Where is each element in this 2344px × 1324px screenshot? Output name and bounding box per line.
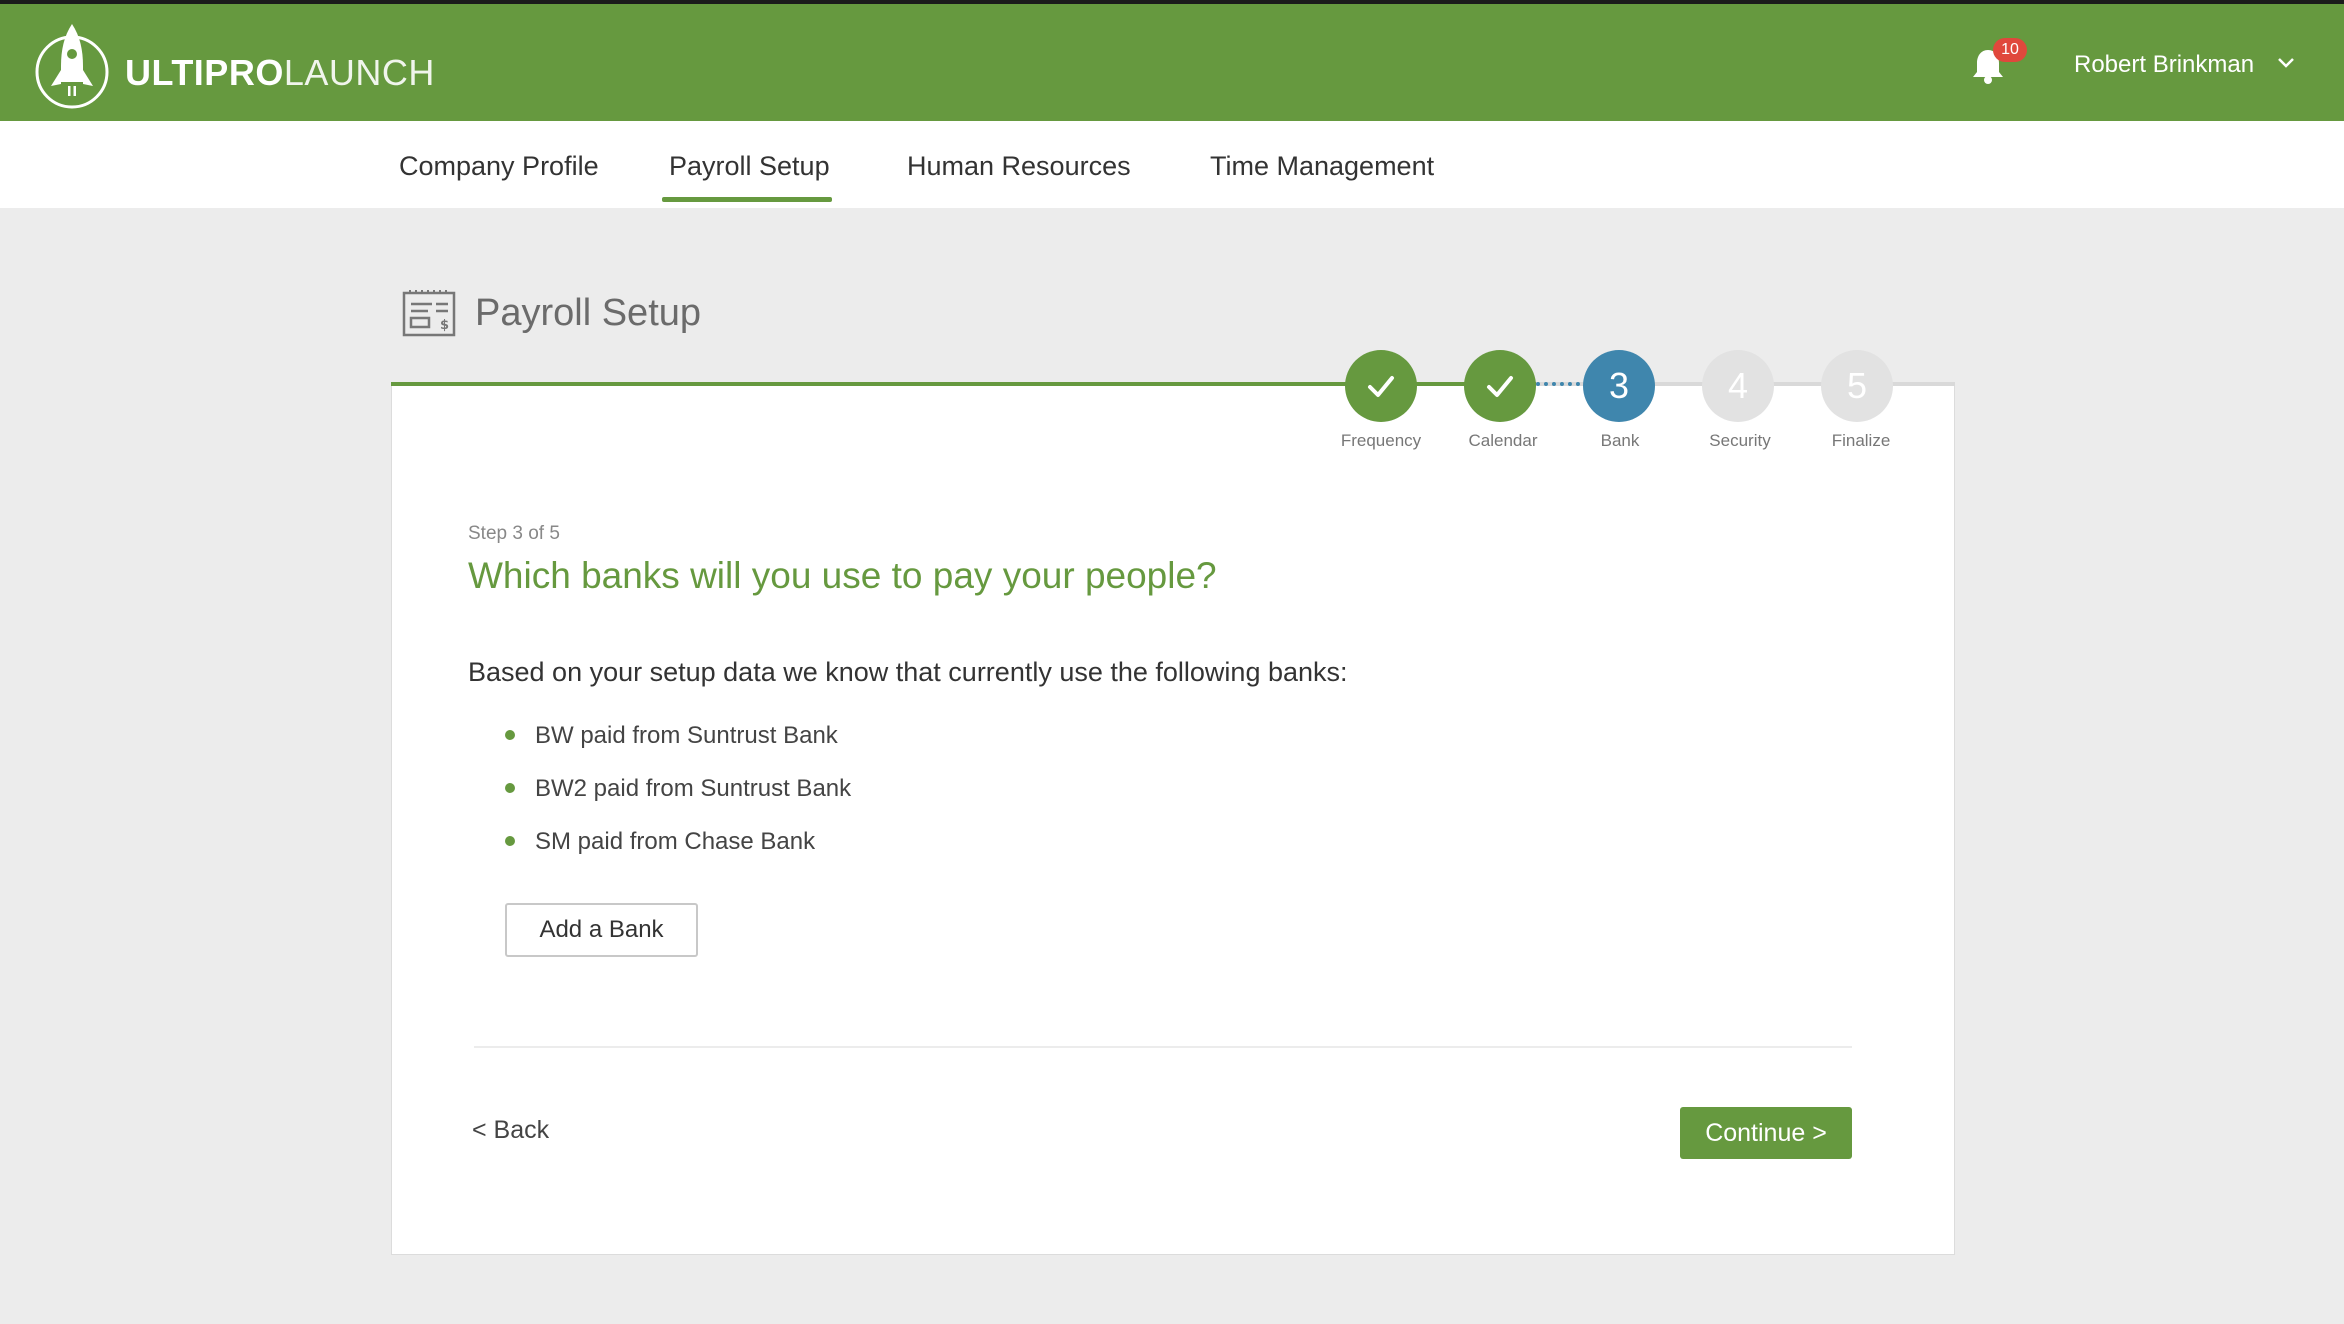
list-item: BW paid from Suntrust Bank [505,722,851,775]
list-item: SM paid from Chase Bank [505,828,851,881]
bank-item-text: BW paid from Suntrust Bank [535,722,838,749]
step-5-circle: 5 [1821,350,1893,422]
step-2-label: Calendar [1468,431,1538,450]
step-4-circle: 4 [1702,350,1774,422]
svg-text:$: $ [440,318,449,333]
bullet-icon [505,730,515,740]
step-5-label: Finalize [1831,431,1891,450]
notification-badge: 10 [1993,38,2027,62]
check-icon [1368,376,1394,397]
page-title: Payroll Setup [475,292,702,334]
main-nav: Company Profile Payroll Setup Human Reso… [0,121,2344,208]
top-header: ULTIPROLAUNCH 10 Robert Brinkman [0,0,2344,121]
step-4-label: Security [1709,431,1771,450]
check-icon [1487,376,1513,397]
progress-dotted-connector [1536,382,1588,386]
back-link[interactable]: < Back [472,1116,549,1145]
bank-intro-text: Based on your setup data we know that cu… [468,657,1348,687]
bullet-icon [505,836,515,846]
tab-time-management[interactable]: Time Management [1210,151,1434,182]
tab-human-resources[interactable]: Human Resources [907,151,1131,182]
add-bank-button[interactable]: Add a Bank [505,903,698,957]
brand-wordmark: ULTIPROLAUNCH [125,52,435,94]
bank-item-text: BW2 paid from Suntrust Bank [535,775,852,802]
bullet-icon [505,783,515,793]
continue-button[interactable]: Continue > [1680,1107,1852,1159]
footer-divider [474,1046,1852,1048]
brand-light: LAUNCH [283,52,435,93]
chevron-down-icon[interactable] [2276,56,2296,70]
step-question: Which banks will you use to pay your peo… [468,555,1217,596]
step-1-label: Frequency [1340,431,1422,450]
list-item: BW2 paid from Suntrust Bank [505,775,851,828]
step-3-circle[interactable]: 3 [1583,350,1655,422]
payroll-check-icon: $ [402,290,456,337]
rocket-logo-icon[interactable] [34,22,110,110]
bank-item-text: SM paid from Chase Bank [535,828,816,855]
step-counter: Step 3 of 5 [468,523,560,544]
step-2-circle[interactable] [1464,350,1536,422]
bank-list: BW paid from Suntrust Bank BW2 paid from… [505,722,851,881]
step-3-label: Bank [1600,431,1640,450]
step-1-circle[interactable] [1345,350,1417,422]
tab-company-profile[interactable]: Company Profile [399,151,599,182]
tab-payroll-setup[interactable]: Payroll Setup [662,151,832,202]
user-menu-name[interactable]: Robert Brinkman [2074,51,2254,79]
brand-bold: ULTIPRO [125,52,284,93]
